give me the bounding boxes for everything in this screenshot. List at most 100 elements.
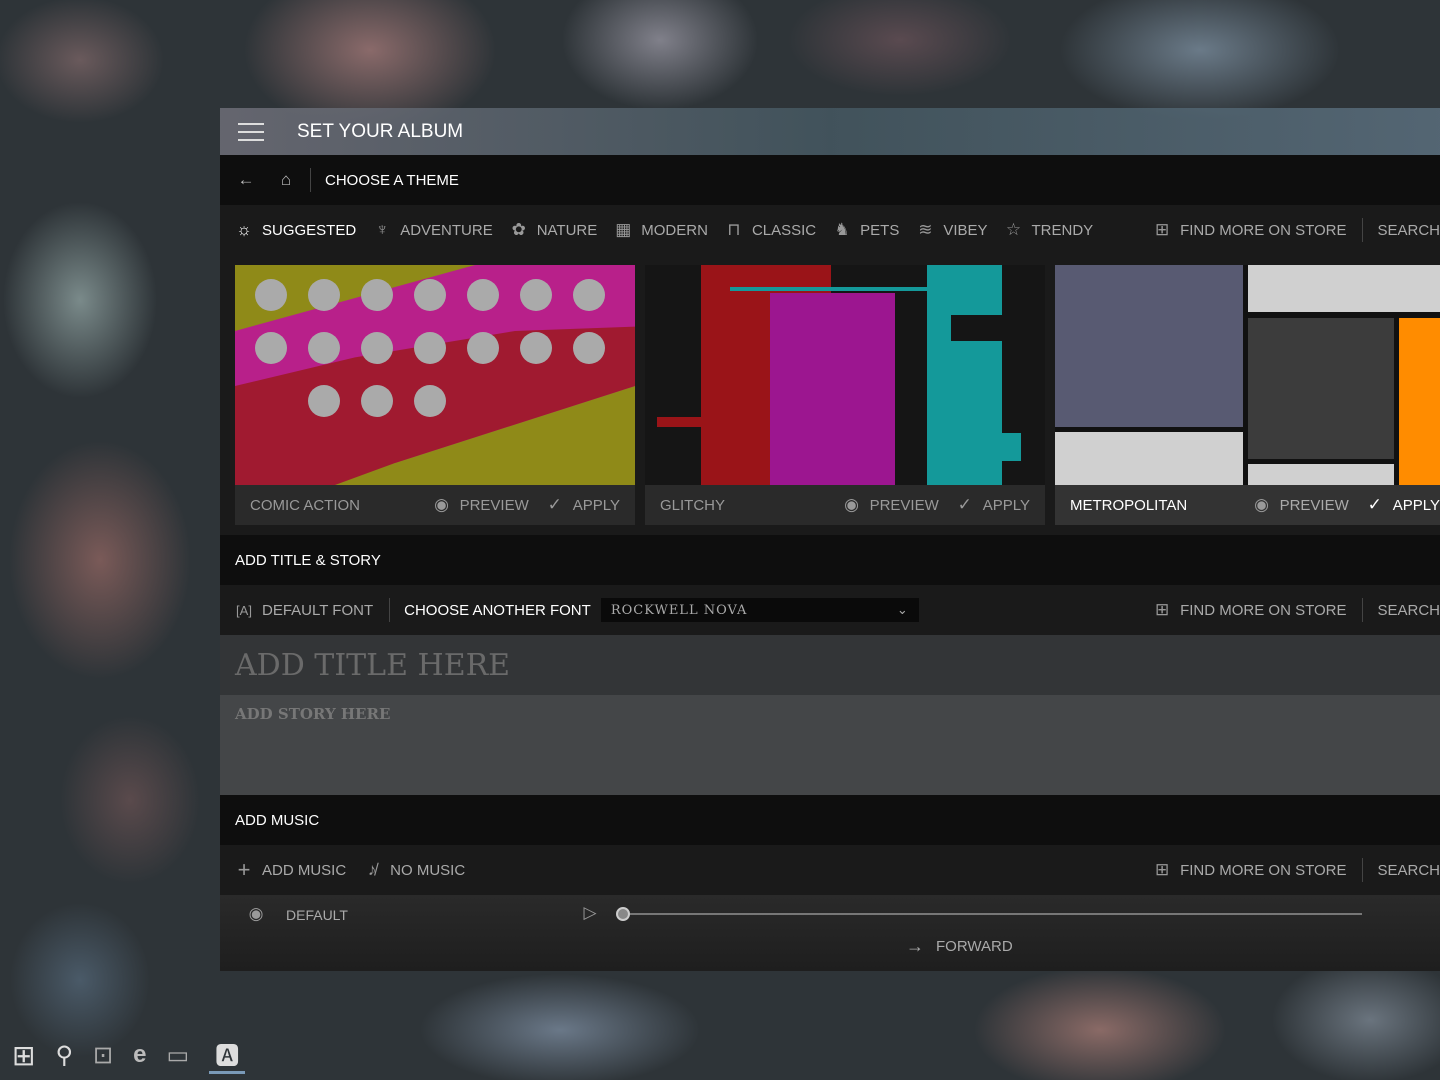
comic-action-thumbnail <box>235 265 635 485</box>
music-player: ◉ DEFAULT ▷ → FORWARD <box>220 895 1440 971</box>
pattern-dot <box>467 279 499 311</box>
apply-button[interactable]: ✓ APPLY <box>545 495 620 515</box>
photos-app-icon[interactable]: 🅰 <box>209 1036 246 1074</box>
tab-vibey[interactable]: ≋ VIBEY <box>915 220 987 240</box>
store-icon[interactable]: ⊡ <box>93 1041 113 1070</box>
waves-icon: ≋ <box>918 220 933 239</box>
hamburger-menu-icon[interactable] <box>238 122 264 141</box>
title-input[interactable]: ADD TITLE HERE <box>220 635 1440 695</box>
metropolitan-thumbnail <box>1055 265 1440 485</box>
pattern-dot <box>308 332 340 364</box>
pattern-dot <box>361 332 393 364</box>
pattern-dot <box>573 332 605 364</box>
flower-icon: ✿ <box>511 220 526 239</box>
preview-button[interactable]: ◉ PREVIEW <box>432 495 529 515</box>
checkmark-icon: ✓ <box>1367 495 1382 514</box>
pattern-dot <box>414 385 446 417</box>
lightbulb-icon: ☼ <box>236 220 252 239</box>
apply-button[interactable]: ✓ APPLY <box>1365 495 1440 515</box>
viking-icon: ♆ <box>375 220 389 239</box>
tab-pets[interactable]: ♞ PETS <box>832 220 900 240</box>
taskbar: ⊞ ⚲ ⊡ e ▭ 🅰 <box>0 1030 1440 1080</box>
file-explorer-icon[interactable]: ▭ <box>167 1041 190 1070</box>
theme-tabs: ☼ SUGGESTED ♆ ADVENTURE ✿ NATURE ▦ MODERN ⊓ C… <box>220 205 1440 255</box>
windows-icon[interactable]: ⊞ <box>12 1039 35 1072</box>
eye-icon: ◉ <box>844 495 859 514</box>
pattern-dot <box>361 279 393 311</box>
theme-cards: COMIC ACTION ◉ PREVIEW ✓ APPLY GLITCHY ◉ PR… <box>220 255 1440 535</box>
theme-card-comic-action[interactable]: COMIC ACTION ◉ PREVIEW ✓ APPLY <box>235 265 635 525</box>
pattern-dot <box>255 279 287 311</box>
star-icon: ☆ <box>1005 220 1022 239</box>
plus-icon: + <box>237 857 251 882</box>
store-icon: ⊞ <box>1154 860 1170 879</box>
music-toolbar: + ADD MUSIC ♪̸ NO MUSIC ⊞ FIND MORE ON STOR… <box>220 845 1440 895</box>
radio-icon[interactable]: ◉ <box>246 904 266 924</box>
font-icon: [A] <box>236 602 252 618</box>
choose-font-label: CHOOSE ANOTHER FONT <box>404 601 591 619</box>
edge-icon[interactable]: e <box>133 1041 146 1069</box>
store-icon: ⊞ <box>1154 220 1170 239</box>
title-bar: SET YOUR ALBUM <box>220 108 1440 155</box>
section-header-music: ADD MUSIC <box>220 795 1440 845</box>
glitchy-thumbnail <box>645 265 1045 485</box>
pattern-dot <box>308 385 340 417</box>
find-more-on-store-button[interactable]: ⊞ FIND MORE ON STORE <box>1152 600 1347 620</box>
search-button[interactable]: SEARCH <box>1377 602 1440 619</box>
pattern-dot <box>520 332 552 364</box>
checkmark-icon: ✓ <box>957 495 972 514</box>
app-window: SET YOUR ALBUM ← ⌂ CHOOSE A THEME ☼ SUGGE… <box>220 108 1440 972</box>
tab-trendy[interactable]: ☆ TRENDY <box>1004 220 1093 240</box>
nav-bar: ← ⌂ CHOOSE A THEME <box>220 155 1440 205</box>
pattern-dot <box>308 279 340 311</box>
pattern-dot <box>361 385 393 417</box>
progress-slider[interactable] <box>616 907 1362 921</box>
tab-classic[interactable]: ⊓ CLASSIC <box>724 220 816 240</box>
tab-modern[interactable]: ▦ MODERN <box>613 220 708 240</box>
search-button[interactable]: SEARCH <box>1377 862 1440 879</box>
app-title: SET YOUR ALBUM <box>297 120 464 142</box>
checkmark-icon: ✓ <box>547 495 562 514</box>
pattern-dot <box>414 332 446 364</box>
story-input[interactable]: ADD STORY HERE <box>220 695 1440 795</box>
arrow-right-icon: → <box>906 936 924 956</box>
mute-icon: ♪̸ <box>367 860 377 879</box>
pattern-dot <box>467 332 499 364</box>
breadcrumb: CHOOSE A THEME <box>325 171 459 189</box>
find-more-on-store-button[interactable]: ⊞ FIND MORE ON STORE <box>1152 860 1347 880</box>
play-icon[interactable]: ▷ <box>580 903 600 923</box>
track-name: DEFAULT <box>286 907 348 923</box>
no-music-button[interactable]: ♪̸ NO MUSIC <box>362 860 465 880</box>
home-icon[interactable]: ⌂ <box>276 170 296 190</box>
search-icon[interactable]: ⚲ <box>55 1041 73 1070</box>
dog-icon: ♞ <box>834 220 850 239</box>
theme-card-metropolitan[interactable]: METROPOLITAN ◉ PREVIEW ✓ APPLY <box>1055 265 1440 525</box>
font-dropdown[interactable]: ROCKWELL NOVA ⌄ <box>600 598 919 622</box>
add-music-button[interactable]: + ADD MUSIC <box>234 857 347 883</box>
theme-card-glitchy[interactable]: GLITCHY ◉ PREVIEW ✓ APPLY <box>645 265 1045 525</box>
chevron-down-icon: ⌄ <box>896 602 909 618</box>
tab-nature[interactable]: ✿ NATURE <box>509 220 598 240</box>
curtain-icon: ⊓ <box>727 220 741 239</box>
eye-icon: ◉ <box>434 495 449 514</box>
store-icon: ⊞ <box>1154 600 1170 619</box>
pattern-dot <box>573 279 605 311</box>
pattern-dot <box>255 332 287 364</box>
find-more-on-store-button[interactable]: ⊞ FIND MORE ON STORE <box>1152 220 1347 240</box>
preview-button[interactable]: ◉ PREVIEW <box>1252 495 1349 515</box>
pattern-dot <box>520 279 552 311</box>
tab-adventure[interactable]: ♆ ADVENTURE <box>372 220 493 240</box>
eye-icon: ◉ <box>1254 495 1269 514</box>
forward-button[interactable]: → FORWARD <box>906 936 1013 957</box>
font-toolbar: [A] DEFAULT FONT CHOOSE ANOTHER FONT ROCK… <box>220 585 1440 635</box>
default-font-button[interactable]: [A] DEFAULT FONT <box>234 602 373 619</box>
slider-thumb[interactable] <box>616 907 630 921</box>
grid-icon: ▦ <box>615 220 632 239</box>
search-button[interactable]: SEARCH <box>1377 222 1440 239</box>
section-header-title-story: ADD TITLE & STORY <box>220 535 1440 585</box>
back-arrow-icon[interactable]: ← <box>236 170 256 190</box>
pattern-dot <box>414 279 446 311</box>
apply-button[interactable]: ✓ APPLY <box>955 495 1030 515</box>
preview-button[interactable]: ◉ PREVIEW <box>842 495 939 515</box>
tab-suggested[interactable]: ☼ SUGGESTED <box>234 220 356 240</box>
